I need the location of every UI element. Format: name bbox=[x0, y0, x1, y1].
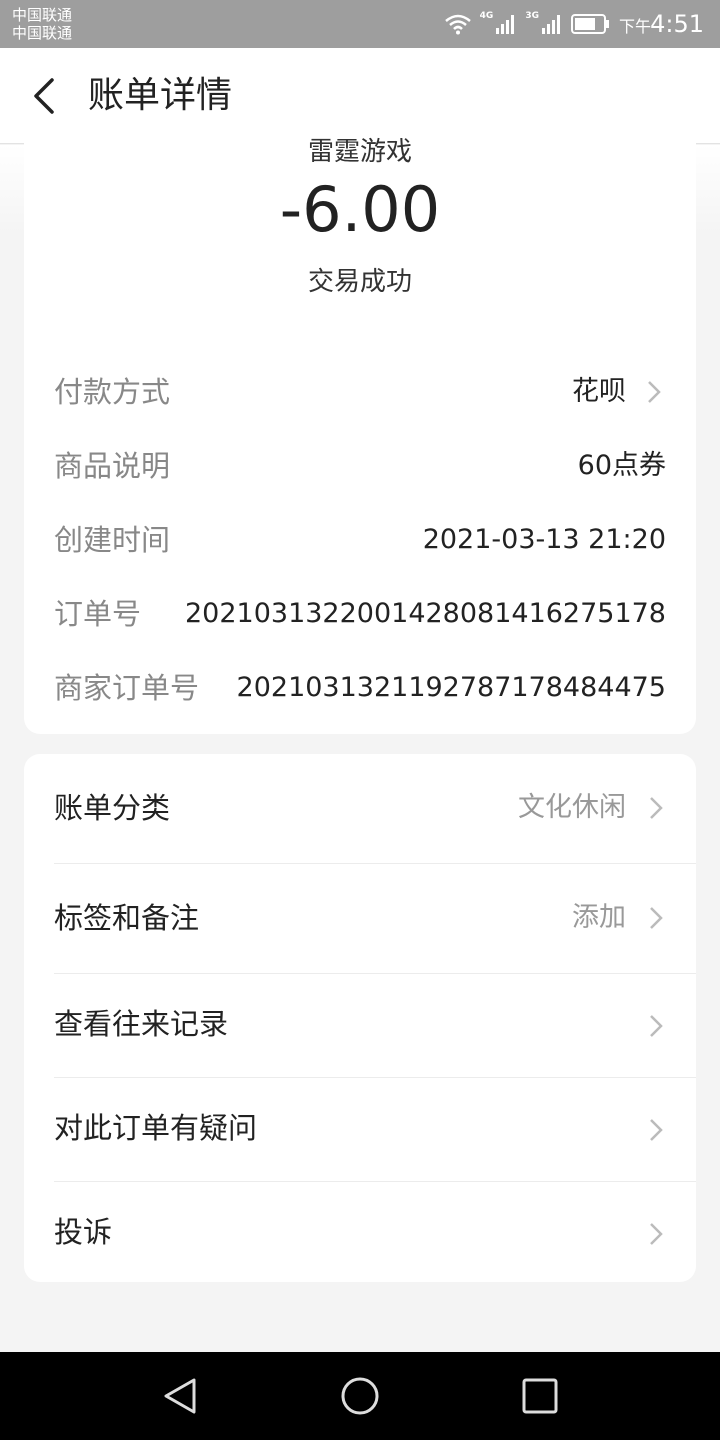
time-prefix: 下午 bbox=[618, 17, 651, 36]
wifi-icon bbox=[444, 14, 471, 35]
chevron-right-icon bbox=[650, 1223, 663, 1245]
product-description-row: 商品说明 60点券 bbox=[54, 446, 666, 486]
chevron-right-icon bbox=[648, 381, 661, 403]
network-type-2: 3G bbox=[525, 11, 539, 21]
system-nav-bar bbox=[0, 1352, 720, 1440]
detail-label: 创建时间 bbox=[54, 523, 171, 557]
complaint-row[interactable]: 投诉 bbox=[24, 1182, 696, 1282]
menu-label: 对此订单有疑问 bbox=[54, 1111, 258, 1145]
order-number-row: 订单号 2021031322001428081416275178 bbox=[54, 594, 666, 634]
detail-label: 商家订单号 bbox=[54, 671, 200, 705]
order-question-row[interactable]: 对此订单有疑问 bbox=[24, 1078, 696, 1181]
network-type-1: 4G bbox=[479, 11, 494, 21]
menu-label: 账单分类 bbox=[54, 791, 171, 825]
page-title: 账单详情 bbox=[88, 75, 233, 116]
merchant-order-number-row: 商家订单号 2021031321192787178484475 bbox=[54, 668, 666, 708]
transaction-history-row[interactable]: 查看往来记录 bbox=[24, 974, 696, 1077]
menu-label: 投诉 bbox=[54, 1215, 113, 1249]
chevron-right-icon bbox=[650, 907, 663, 929]
battery-icon bbox=[570, 14, 609, 34]
detail-label: 付款方式 bbox=[54, 375, 171, 409]
detail-value: 花呗 bbox=[572, 376, 626, 407]
carrier-info: 中国联通 中国联通 bbox=[12, 6, 72, 42]
amount: -6.00 bbox=[279, 173, 441, 246]
detail-value: 2021031322001428081416275178 bbox=[185, 598, 666, 629]
status-icons: 4G 3G 下午 4:51 bbox=[444, 8, 704, 40]
detail-label: 订单号 bbox=[54, 597, 142, 631]
carrier-name-2: 中国联通 bbox=[12, 24, 73, 42]
actions-card: 账单分类 文化休闲 标签和备注 添加 查看往来记录 对此订单有疑问 投诉 bbox=[24, 754, 696, 1282]
menu-label: 查看往来记录 bbox=[54, 1007, 229, 1041]
created-time-row: 创建时间 2021-03-13 21:20 bbox=[54, 520, 666, 560]
detail-value: 60点券 bbox=[577, 450, 666, 481]
menu-value: 添加 bbox=[572, 902, 626, 933]
bill-category-row[interactable]: 账单分类 文化休闲 bbox=[24, 754, 696, 863]
payment-method-row[interactable]: 付款方式 花呗 bbox=[54, 372, 666, 412]
transaction-status: 交易成功 bbox=[307, 267, 412, 297]
menu-label: 标签和备注 bbox=[54, 901, 200, 935]
chevron-right-icon bbox=[650, 1119, 663, 1141]
signal-icon bbox=[496, 15, 515, 34]
carrier-name-1: 中国联通 bbox=[12, 6, 73, 24]
nav-back-icon[interactable] bbox=[158, 1374, 202, 1418]
status-bar: 中国联通 中国联通 4G 3G 下午 4:51 bbox=[0, 0, 720, 48]
nav-recents-icon[interactable] bbox=[518, 1374, 562, 1418]
clock: 4:51 bbox=[650, 10, 704, 38]
detail-value: 2021031321192787178484475 bbox=[236, 672, 666, 703]
transaction-card: 雷霆游戏 -6.00 交易成功 付款方式 花呗 商品说明 60点券 创建时间 2… bbox=[24, 124, 696, 734]
menu-value: 文化休闲 bbox=[518, 792, 626, 823]
signal-icon bbox=[541, 15, 560, 34]
back-arrow-icon[interactable] bbox=[24, 74, 68, 118]
detail-label: 商品说明 bbox=[54, 449, 171, 483]
merchant-name: 雷霆游戏 bbox=[307, 137, 412, 167]
detail-value: 2021-03-13 21:20 bbox=[422, 524, 666, 555]
nav-home-icon[interactable] bbox=[338, 1374, 382, 1418]
chevron-right-icon bbox=[650, 797, 663, 819]
tags-notes-row[interactable]: 标签和备注 添加 bbox=[24, 864, 696, 973]
chevron-right-icon bbox=[650, 1015, 663, 1037]
